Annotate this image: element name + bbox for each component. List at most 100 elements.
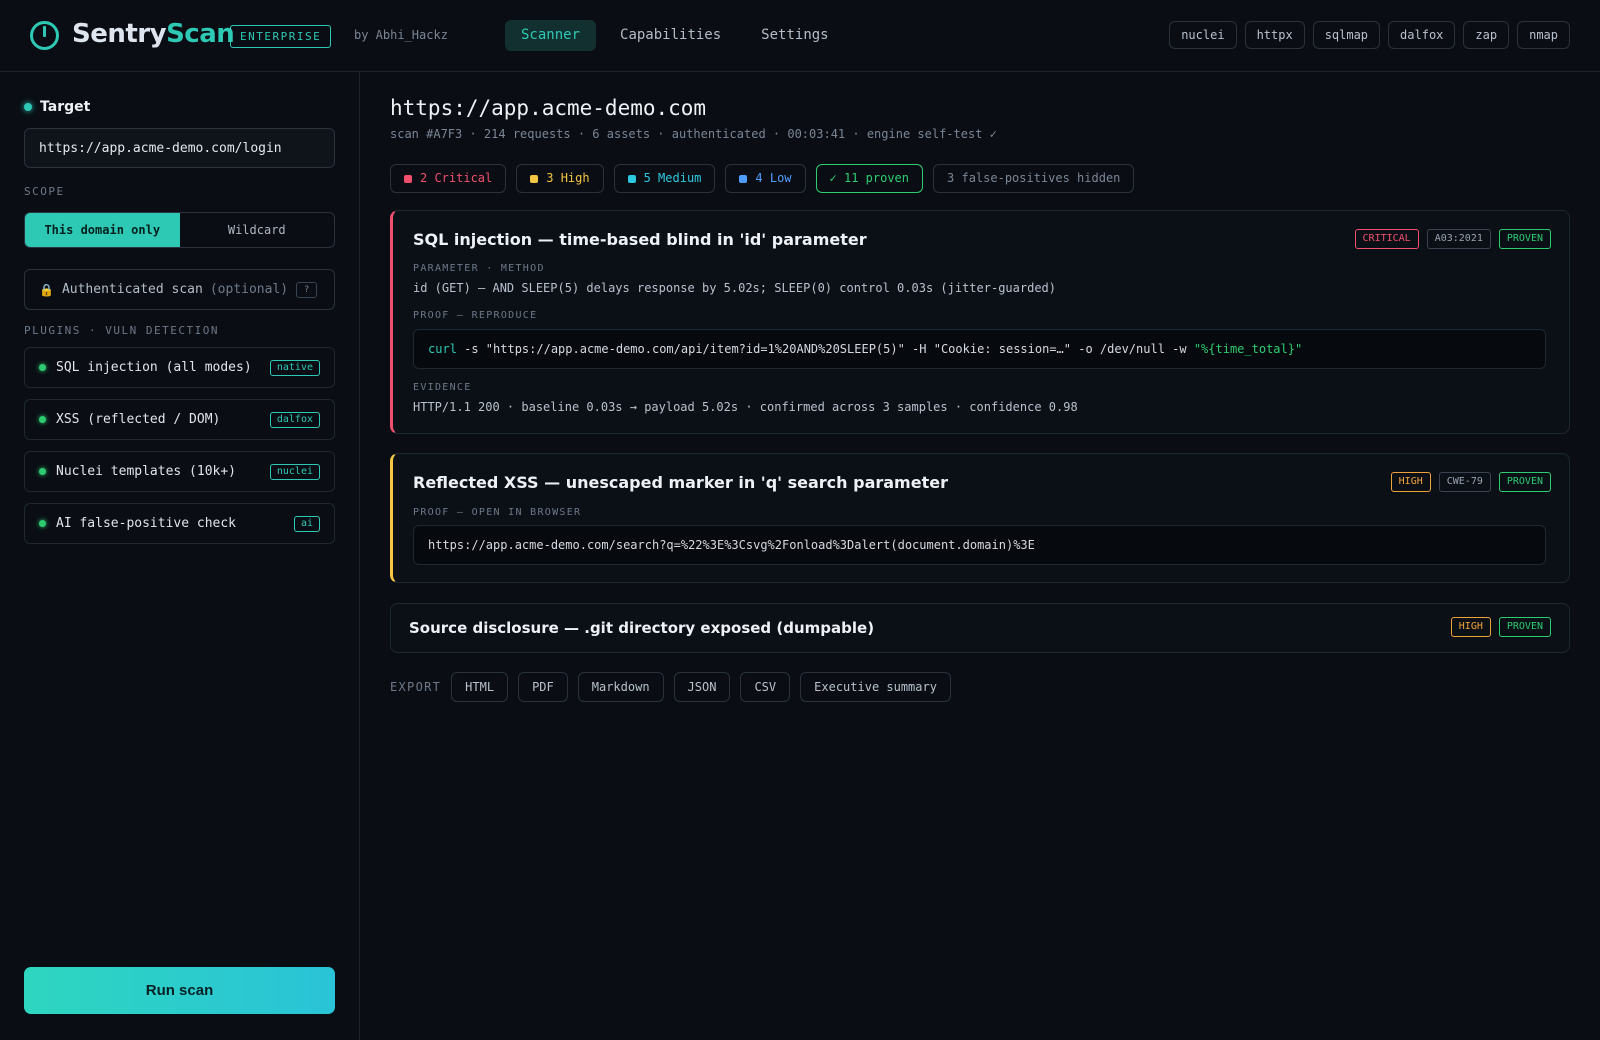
plugin-tag: dalfox bbox=[269, 411, 320, 428]
export-label: EXPORT bbox=[390, 680, 442, 694]
authenticated-scan-toggle[interactable]: 🔒 Authenticated scan (optional) ? bbox=[24, 269, 335, 310]
enabled-dot-icon bbox=[39, 468, 46, 475]
plugin-sql-injection[interactable]: SQL injection (all modes) native bbox=[24, 347, 335, 388]
reference-badge: CWE-79 bbox=[1438, 472, 1491, 492]
export-executive-summary-button[interactable]: Executive summary bbox=[800, 672, 951, 702]
export-json-button[interactable]: JSON bbox=[673, 672, 731, 702]
auth-optional-label: (optional) bbox=[209, 282, 289, 297]
config-sidebar: Target SCOPE This domain only Wildcard 🔒… bbox=[0, 72, 360, 1040]
plugin-name: SQL injection (all modes) bbox=[56, 360, 252, 375]
enabled-dot-icon bbox=[39, 416, 46, 423]
help-icon[interactable]: ? bbox=[296, 281, 318, 298]
tab-settings[interactable]: Settings bbox=[745, 20, 844, 51]
brand-name-part1: Sentry bbox=[72, 19, 167, 49]
chip-medium[interactable]: 5 Medium bbox=[613, 164, 716, 193]
export-bar: EXPORT HTML PDF Markdown JSON CSV Execut… bbox=[390, 672, 961, 702]
chip-label: 3 High bbox=[546, 171, 590, 185]
edition-badge: ENTERPRISE bbox=[230, 25, 332, 48]
export-csv-button[interactable]: CSV bbox=[740, 672, 791, 702]
proof-label: PROOF — OPEN IN BROWSER bbox=[413, 507, 582, 518]
finding-card-xss[interactable]: Reflected XSS — unescaped marker in 'q' … bbox=[390, 453, 1570, 583]
finding-title: SQL injection — time-based blind in 'id'… bbox=[413, 230, 867, 249]
chip-high[interactable]: 3 High bbox=[516, 164, 604, 193]
status-dot-icon bbox=[24, 103, 32, 111]
results-panel: https://app.acme-demo.com scan #A7F3 · 2… bbox=[360, 72, 1600, 1040]
evidence-label: EVIDENCE bbox=[413, 382, 472, 393]
finding-badges: HIGH PROVEN bbox=[1443, 617, 1551, 637]
plugin-xss[interactable]: XSS (reflected / DOM) dalfox bbox=[24, 399, 335, 440]
proven-badge: PROVEN bbox=[1498, 229, 1551, 249]
plugins-label: PLUGINS · VULN DETECTION bbox=[24, 324, 219, 337]
scan-meta: scan #A7F3 · 214 requests · 6 assets · a… bbox=[390, 127, 997, 141]
proof-command[interactable]: curl -s "https://app.acme-demo.com/api/i… bbox=[413, 329, 1546, 369]
export-pdf-button[interactable]: PDF bbox=[518, 672, 568, 702]
plugin-nuclei-templates[interactable]: Nuclei templates (10k+) nuclei bbox=[24, 451, 335, 492]
app-header: SentryScan ENTERPRISE by Abhi_Hackz Scan… bbox=[0, 0, 1600, 72]
tool-sqlmap[interactable]: sqlmap bbox=[1312, 21, 1381, 49]
severity-badge: CRITICAL bbox=[1354, 229, 1419, 249]
plugin-name: XSS (reflected / DOM) bbox=[56, 412, 221, 427]
plugin-name: AI false-positive check bbox=[56, 516, 237, 531]
chip-critical[interactable]: 2 Critical bbox=[390, 164, 507, 193]
proof-label: PROOF — REPRODUCE bbox=[413, 310, 538, 321]
proven-badge: PROVEN bbox=[1498, 617, 1551, 637]
enabled-dot-icon bbox=[39, 520, 46, 527]
scope-this-domain-button[interactable]: This domain only bbox=[25, 213, 180, 247]
tool-zap[interactable]: zap bbox=[1463, 21, 1510, 49]
lock-icon: 🔒 bbox=[39, 282, 54, 297]
power-logo-icon bbox=[30, 21, 59, 50]
enabled-dot-icon bbox=[39, 364, 46, 371]
page-title: https://app.acme-demo.com bbox=[390, 96, 707, 120]
critical-square-icon bbox=[404, 174, 412, 183]
chip-label: 4 Low bbox=[755, 171, 792, 185]
finding-card-git-exposure[interactable]: Source disclosure — .git directory expos… bbox=[390, 603, 1570, 653]
medium-square-icon bbox=[627, 174, 636, 183]
low-square-icon bbox=[739, 174, 748, 183]
finding-card-sqli[interactable]: SQL injection — time-based blind in 'id'… bbox=[390, 210, 1570, 434]
author-byline: by Abhi_Hackz bbox=[354, 28, 448, 42]
tool-httpx[interactable]: httpx bbox=[1244, 21, 1305, 49]
plugin-name: Nuclei templates (10k+) bbox=[56, 464, 237, 479]
reference-badge: A03:2021 bbox=[1426, 229, 1491, 249]
chip-low[interactable]: 4 Low bbox=[725, 164, 806, 193]
command-format-string: "%{time_total}" bbox=[1193, 342, 1303, 356]
plugin-tag: nuclei bbox=[269, 463, 320, 480]
target-label: Target bbox=[24, 99, 90, 115]
tool-dalfox[interactable]: dalfox bbox=[1388, 21, 1456, 49]
proof-url[interactable]: https://app.acme-demo.com/search?q=%22%3… bbox=[413, 525, 1546, 565]
param-label: PARAMETER · METHOD bbox=[413, 263, 545, 274]
tool-nmap[interactable]: nmap bbox=[1517, 21, 1570, 49]
plugin-tag: ai bbox=[293, 515, 320, 532]
export-html-button[interactable]: HTML bbox=[451, 672, 509, 702]
finding-title: Reflected XSS — unescaped marker in 'q' … bbox=[413, 473, 948, 492]
high-square-icon bbox=[530, 174, 539, 183]
chip-false-positives-hidden[interactable]: 3 false-positives hidden bbox=[933, 164, 1135, 193]
finding-badges: HIGH CWE-79 PROVEN bbox=[1383, 472, 1551, 492]
main-nav: Scanner Capabilities Settings bbox=[505, 20, 853, 51]
brand-logo[interactable]: SentryScan bbox=[72, 19, 235, 49]
run-scan-button[interactable]: Run scan bbox=[24, 967, 335, 1014]
scope-wildcard-button[interactable]: Wildcard bbox=[180, 213, 335, 247]
severity-badge: HIGH bbox=[1450, 617, 1491, 637]
tool-list: nuclei httpx sqlmap dalfox zap nmap bbox=[1161, 21, 1570, 49]
target-label-text: Target bbox=[40, 99, 91, 115]
tool-nuclei[interactable]: nuclei bbox=[1169, 21, 1237, 49]
command-args: -s "https://app.acme-demo.com/api/item?i… bbox=[456, 342, 1194, 356]
target-url-input[interactable] bbox=[24, 128, 335, 168]
param-text: id (GET) — AND SLEEP(5) delays response … bbox=[413, 281, 1056, 295]
brand-name-part2: Scan bbox=[166, 19, 235, 49]
scope-toggle: This domain only Wildcard bbox=[24, 212, 335, 248]
severity-badge: HIGH bbox=[1390, 472, 1431, 492]
evidence-text: HTTP/1.1 200 · baseline 0.03s → payload … bbox=[413, 400, 1078, 414]
chip-proven[interactable]: ✓ 11 proven bbox=[815, 164, 924, 193]
finding-badges: CRITICAL A03:2021 PROVEN bbox=[1347, 229, 1551, 249]
export-markdown-button[interactable]: Markdown bbox=[577, 672, 664, 702]
chip-label: 2 Critical bbox=[420, 171, 493, 185]
auth-label: Authenticated scan bbox=[61, 282, 203, 297]
tab-capabilities[interactable]: Capabilities bbox=[604, 20, 737, 51]
chip-label: 5 Medium bbox=[643, 171, 702, 185]
tab-scanner[interactable]: Scanner bbox=[505, 20, 597, 51]
plugin-ai-fp-check[interactable]: AI false-positive check ai bbox=[24, 503, 335, 544]
scope-label: SCOPE bbox=[24, 185, 65, 198]
finding-title: Source disclosure — .git directory expos… bbox=[409, 619, 875, 637]
